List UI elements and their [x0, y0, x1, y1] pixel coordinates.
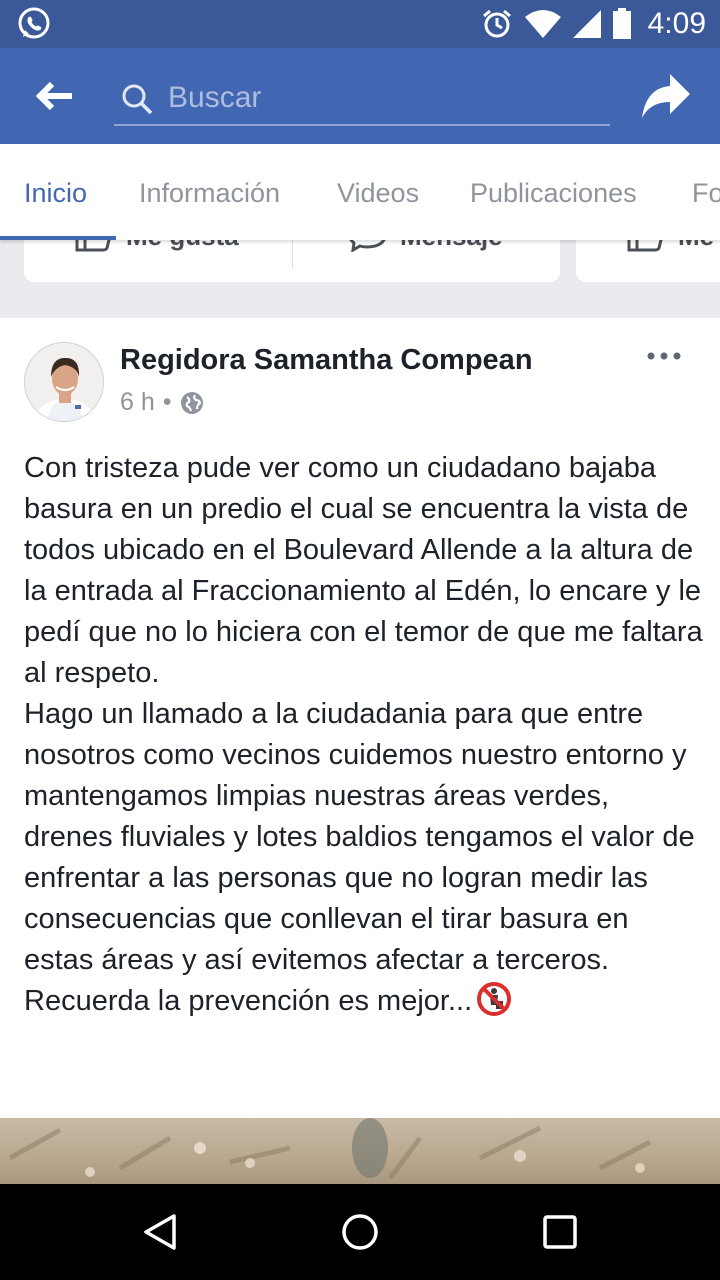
search-icon [122, 84, 153, 115]
tab-videos[interactable]: Videos [337, 144, 419, 240]
like-label: Me gusta [126, 240, 239, 252]
tab-inicio[interactable]: Inicio [24, 144, 87, 240]
alarm-icon [482, 9, 511, 38]
actions-card: Me gusta Mensaje [24, 240, 560, 282]
third-action-button[interactable]: Me [626, 240, 714, 282]
third-action-label: Me [678, 240, 714, 252]
globe-icon [180, 391, 203, 414]
post-body-text: Con tristeza pude ver como un ciudadano … [24, 452, 703, 1017]
search-bar[interactable] [114, 72, 610, 126]
page-tabs: Inicio Información Videos Publicaciones … [0, 144, 720, 240]
search-input[interactable] [168, 76, 588, 120]
post-time[interactable]: 6 h [120, 388, 155, 417]
like-button[interactable]: Me gusta [74, 240, 239, 282]
share-icon[interactable] [640, 72, 692, 120]
post-meta: 6 h • [120, 388, 204, 417]
tab-fotos[interactable]: Fo [692, 144, 720, 240]
signal-icon [572, 10, 601, 38]
photo-texture [8, 1118, 652, 1180]
back-arrow-icon[interactable] [34, 78, 74, 114]
wifi-icon [524, 10, 561, 38]
thumbs-up-icon [75, 240, 111, 252]
no-littering-emoji-icon [477, 982, 512, 1016]
whatsapp-icon [18, 7, 50, 39]
more-options-icon[interactable] [646, 346, 682, 366]
battery-icon [612, 8, 631, 39]
post-body: Con tristeza pude ver como un ciudadano … [24, 448, 704, 1022]
tab-informacion[interactable]: Información [139, 144, 280, 240]
nav-home-icon[interactable] [340, 1212, 380, 1252]
post-photo[interactable] [0, 1118, 720, 1184]
meta-separator: • [162, 388, 172, 416]
clock: 4:09 [647, 7, 706, 40]
divider [292, 240, 293, 268]
system-nav-bar [0, 1184, 720, 1280]
thumbs-up-icon [627, 240, 663, 252]
avatar[interactable] [24, 342, 104, 422]
tab-publicaciones[interactable]: Publicaciones [470, 144, 637, 240]
avatar-image [25, 343, 103, 421]
nav-back-icon[interactable] [140, 1212, 180, 1252]
post-author[interactable]: Regidora Samantha Compean [120, 344, 533, 377]
status-bar: 4:09 [0, 0, 720, 48]
app-bar [0, 48, 720, 144]
active-tab-indicator [0, 236, 116, 240]
page-actions: Me gusta Mensaje Me [0, 240, 720, 318]
nav-recents-icon[interactable] [540, 1212, 580, 1252]
post-card: Regidora Samantha Compean 6 h • Con tris… [0, 318, 720, 1118]
system-icons: 4:09 [480, 0, 706, 48]
actions-card-2: Me [576, 240, 720, 282]
messenger-icon [349, 240, 386, 252]
message-button[interactable]: Mensaje [346, 240, 503, 282]
message-label: Mensaje [400, 240, 503, 252]
